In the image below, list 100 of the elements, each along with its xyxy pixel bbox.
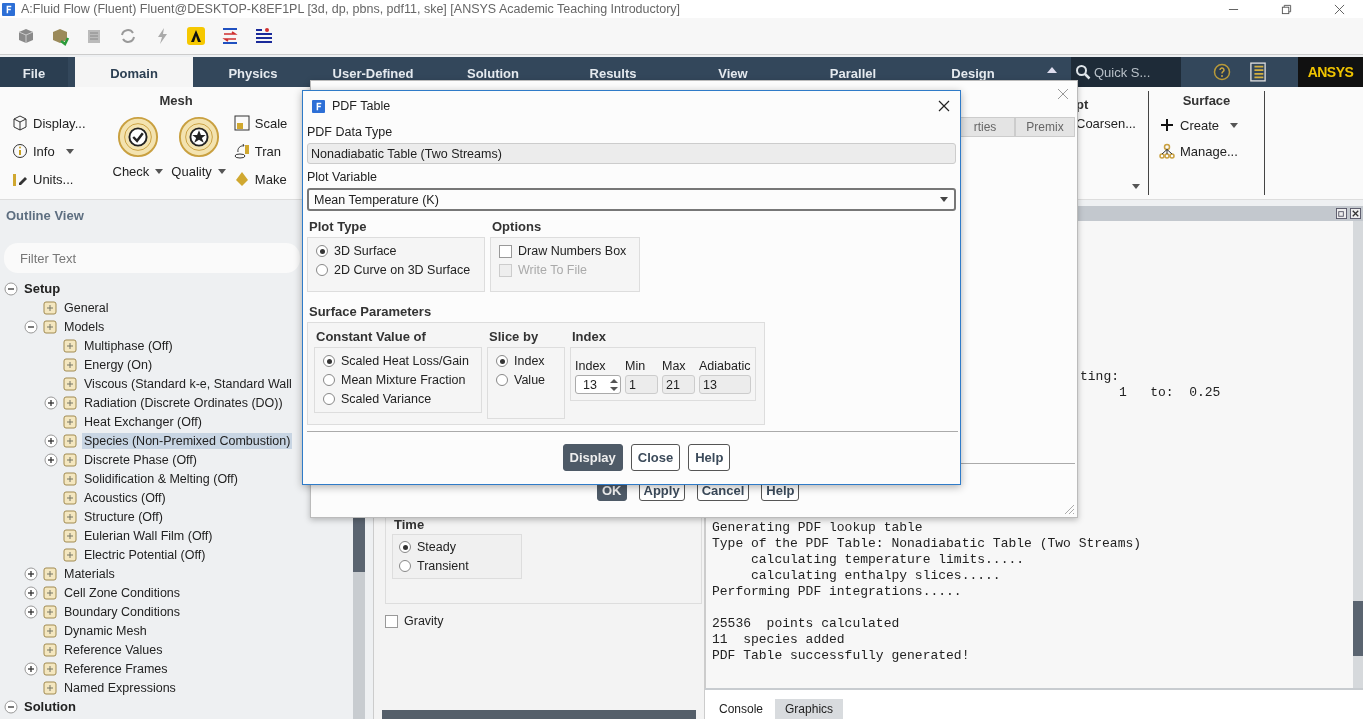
import-icon[interactable] [50,26,70,46]
tree-item[interactable]: Electric Potential (Off) [82,546,208,563]
expand-icon[interactable] [24,585,38,600]
ribbon-button[interactable]: Scale [233,112,288,134]
ribbon-button[interactable]: Make [233,168,288,190]
ribbon-button[interactable]: Manage... [1159,140,1264,162]
quick-search-field[interactable]: Quick S... [1094,64,1178,80]
ribbon-button[interactable]: Info [12,140,105,162]
swap-icon[interactable] [220,26,240,46]
expand-icon[interactable] [24,604,38,619]
checkbox[interactable] [385,614,398,628]
dialog-button[interactable]: Display [562,444,623,471]
radio-button[interactable] [496,374,508,386]
cube-icon[interactable] [16,26,36,46]
tree-node-icon [42,622,58,639]
tree-node-icon [42,679,58,696]
expand-icon[interactable] [24,661,38,676]
tree-item[interactable]: Energy (On) [82,356,155,373]
checkbox[interactable] [499,244,512,258]
list-icon[interactable] [1250,62,1266,82]
tree-item[interactable]: Named Expressions [62,679,178,696]
ribbon-tab[interactable]: Domain [75,57,193,87]
tree-item[interactable]: Dynamic Mesh [62,622,149,639]
tree-item[interactable]: General [62,299,111,316]
help-icon[interactable] [1213,63,1231,81]
radio-button[interactable] [399,560,411,572]
tree-item[interactable]: Heat Exchanger (Off) [82,413,204,430]
radio-button[interactable] [323,355,335,367]
collapse-icon[interactable] [24,319,38,334]
ribbon-button[interactable]: Coarsen... [1076,112,1148,134]
ribbon-tab[interactable]: View [673,57,793,87]
tree-item[interactable]: Species (Non-Premixed Combustion) [82,432,293,449]
search-icon[interactable] [1075,64,1091,80]
collapse-icon[interactable] [1047,67,1057,73]
refresh-icon[interactable] [118,26,138,46]
radio-button[interactable] [323,393,335,405]
search-box[interactable]: Quick S... [1071,57,1181,87]
scrollbar[interactable] [1353,221,1363,688]
scrollbar[interactable] [382,710,696,719]
group-title: Options [491,219,543,234]
ribbon-tab[interactable]: Physics [193,57,313,87]
expand-icon[interactable] [44,452,58,467]
expand-icon[interactable] [44,433,58,448]
dialog-button[interactable]: Close [630,444,681,471]
tree-item[interactable]: Setup [22,280,63,297]
radio-button[interactable] [496,355,508,367]
ribbon-button[interactable]: Quality [171,112,226,190]
resize-grip-icon[interactable] [1063,503,1075,515]
index-spinner[interactable]: 13 [575,375,621,394]
collapse-icon[interactable] [4,281,18,296]
close-icon[interactable] [1350,208,1361,219]
radio-button[interactable] [316,264,328,276]
tree-item[interactable]: Solidification & Melting (Off) [82,470,240,487]
list-icon[interactable] [254,26,274,46]
tree-item[interactable]: Boundary Conditions [62,603,183,620]
rotate-icon [233,143,250,159]
close-icon[interactable] [938,100,950,112]
ribbon-button[interactable]: Check [112,112,164,190]
tree-item[interactable]: Materials [62,565,117,582]
radio-button[interactable] [399,541,411,553]
ribbon-tab[interactable]: User-Defined [313,57,433,87]
tree-item[interactable]: Acoustics (Off) [82,489,168,506]
ribbon-button[interactable]: Display... [12,112,105,134]
ribbon-button[interactable]: Units... [12,168,105,190]
tree-item[interactable]: Reference Values [62,641,165,658]
group-title: Surface [1181,93,1232,108]
restore-icon[interactable] [1336,208,1347,219]
expand-icon[interactable] [44,395,58,410]
group-title: Mesh [158,93,194,108]
radio-button[interactable] [323,374,335,386]
ribbon-tab[interactable]: Results [553,57,673,87]
tree-item[interactable]: Discrete Phase (Off) [82,451,199,468]
tree-node-icon [42,318,58,335]
data-type-field[interactable]: Nonadiabatic Table (Two Streams) [307,143,956,164]
restore-icon[interactable] [1281,3,1292,15]
expand-icon[interactable] [24,566,38,581]
ribbon-button[interactable]: Tran [233,140,288,162]
tree-item[interactable]: Solution [22,698,78,715]
tree-item[interactable]: Structure (Off) [82,508,165,525]
filter-field[interactable]: Filter Text [4,243,300,273]
ribbon-tab[interactable]: Solution [433,57,553,87]
dialog-tab[interactable]: Premix [1015,117,1075,137]
ribbon-button[interactable]: Create [1159,114,1264,136]
tree-item[interactable]: Eulerian Wall Film (Off) [82,527,215,544]
ribbon-tab[interactable]: Design [913,57,1033,87]
plot-variable-dropdown[interactable]: Mean Temperature (K) [307,188,956,211]
panel-tab[interactable]: Graphics [775,699,844,719]
collapse-icon[interactable] [4,699,18,714]
tree-item[interactable]: Models [62,318,107,335]
dialog-button[interactable]: Help [688,444,731,471]
ribbon-tab[interactable]: File [0,57,68,87]
tree-item[interactable]: Reference Frames [62,660,170,677]
radio-button[interactable] [316,245,328,257]
tree-item[interactable]: Radiation (Discrete Ordinates (DO)) [82,394,285,411]
caret-icon[interactable] [1132,184,1140,189]
tree-item[interactable]: Viscous (Standard k-e, Standard Wall [82,375,294,392]
tree-node-icon [62,451,78,468]
tree-item[interactable]: Multiphase (Off) [82,337,175,354]
tree-item[interactable]: Cell Zone Conditions [62,584,183,601]
ribbon-tab[interactable]: Parallel [793,57,913,87]
